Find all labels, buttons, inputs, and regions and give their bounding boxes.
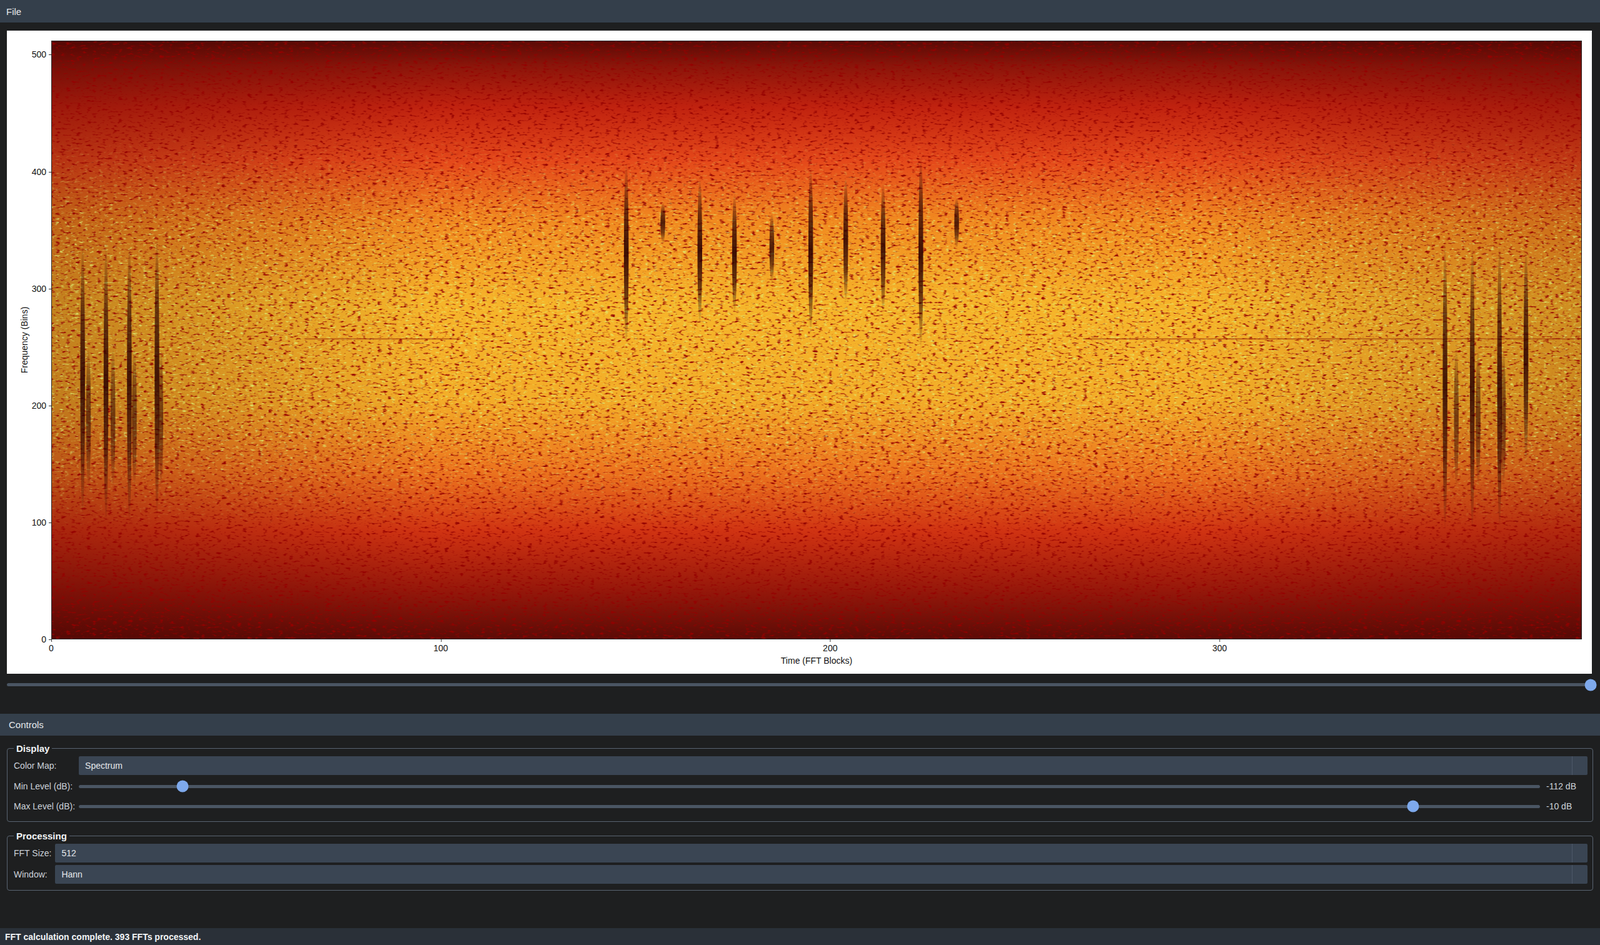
plot-area (51, 40, 1582, 640)
spectrogram-image (51, 41, 1582, 639)
slider-reading: -112 dB (1546, 781, 1588, 792)
controls-header[interactable]: Controls (0, 714, 1600, 736)
dropdown[interactable]: 512 (55, 844, 1588, 863)
burst-streak (843, 177, 848, 303)
burst-streak (697, 177, 703, 324)
x-tick-label: 0 (48, 643, 54, 655)
burst-streak (1469, 243, 1475, 531)
burst-streak (1442, 243, 1447, 531)
burst-streak (918, 156, 923, 349)
burst-streak (1453, 347, 1459, 488)
control-label: Window: (13, 869, 52, 880)
dropdown[interactable]: Hann (55, 865, 1588, 885)
dropdown[interactable]: Spectrum (78, 756, 1588, 776)
dropdown-arrow-icon (1571, 756, 1588, 776)
burst-streak (1501, 347, 1506, 488)
x-tick-label: 300 (1212, 643, 1227, 655)
control-label: Color Map: (13, 760, 76, 771)
status-bar: FFT calculation complete. 393 FFTs proce… (0, 928, 1600, 945)
burst-streak (131, 347, 137, 488)
burst-streak (80, 243, 85, 516)
burst-streak (1475, 347, 1480, 488)
tone-line (1082, 338, 1582, 340)
controls-panel: Controls Display Color Map:SpectrumMin Lev… (0, 714, 1600, 929)
y-tick-label: 200 (31, 401, 52, 411)
x-axis: 0 100 200 300 Time (FFT Blocks) (51, 639, 1582, 675)
spectrogram-app: File Frequency (Bins) 0 100 200 300 400 500 0 100… (0, 0, 1600, 945)
slider-track (6, 683, 1592, 687)
group-title: Display (13, 743, 52, 755)
burst-streak (623, 162, 629, 344)
level-slider[interactable]: -10 dB (78, 797, 1588, 816)
control-group: Processing FFT Size:512Window:Hann (6, 830, 1594, 891)
burst-streak (660, 202, 665, 244)
burst-streak (86, 347, 91, 488)
y-tick-label: 300 (31, 284, 52, 294)
burst-streak (808, 167, 813, 334)
slider-track (78, 805, 1540, 809)
y-tick-label: 100 (31, 518, 52, 528)
burst-streak (158, 347, 164, 488)
x-tick-label: 100 (433, 643, 448, 655)
burst-streak (769, 212, 775, 283)
burst-streak (880, 182, 886, 314)
burst-streak (1497, 243, 1502, 529)
burst-streak (954, 197, 959, 248)
burst-streak (154, 236, 159, 516)
dropdown-arrow-icon (1571, 844, 1588, 863)
dropdown-arrow-icon (1571, 865, 1588, 885)
menu-item[interactable]: File (6, 6, 22, 17)
x-axis-title: Time (FFT Blocks) (780, 655, 853, 666)
control-label: Min Level (dB): (13, 781, 76, 792)
slider-thumb[interactable] (176, 780, 189, 793)
level-slider[interactable]: -112 dB (78, 777, 1588, 796)
tone-line (305, 338, 461, 340)
control-label: FFT Size: (13, 848, 52, 859)
y-tick-label: 400 (31, 167, 52, 177)
control-group: Display Color Map:SpectrumMin Level (dB):… (6, 743, 1594, 823)
time-scroll-slider[interactable] (6, 674, 1592, 715)
spectrogram-chart: Frequency (Bins) 0 100 200 300 400 500 0 100 200 3… (6, 30, 1592, 675)
y-axis: Frequency (Bins)0100200300400500 (6, 40, 52, 640)
burst-streak (732, 193, 737, 314)
burst-streak (126, 243, 132, 523)
menu-bar: File (0, 0, 1600, 23)
burst-streak (1523, 247, 1529, 464)
slider-reading: -10 dB (1546, 801, 1588, 812)
main-area: Frequency (Bins) 0 100 200 300 400 500 0 100 200 3… (0, 22, 1600, 715)
burst-streak (110, 347, 116, 488)
x-tick-label: 200 (822, 643, 838, 655)
y-axis-title: Frequency (Bins) (19, 306, 30, 374)
slider-thumb[interactable] (1584, 679, 1597, 691)
slider-thumb[interactable] (1406, 800, 1419, 813)
burst-streak (103, 243, 109, 523)
slider-track (78, 785, 1540, 789)
y-tick-label: 500 (31, 50, 52, 59)
group-title: Processing (13, 830, 70, 842)
control-label: Max Level (dB): (13, 801, 76, 812)
y-tick-label: 0 (41, 635, 52, 645)
